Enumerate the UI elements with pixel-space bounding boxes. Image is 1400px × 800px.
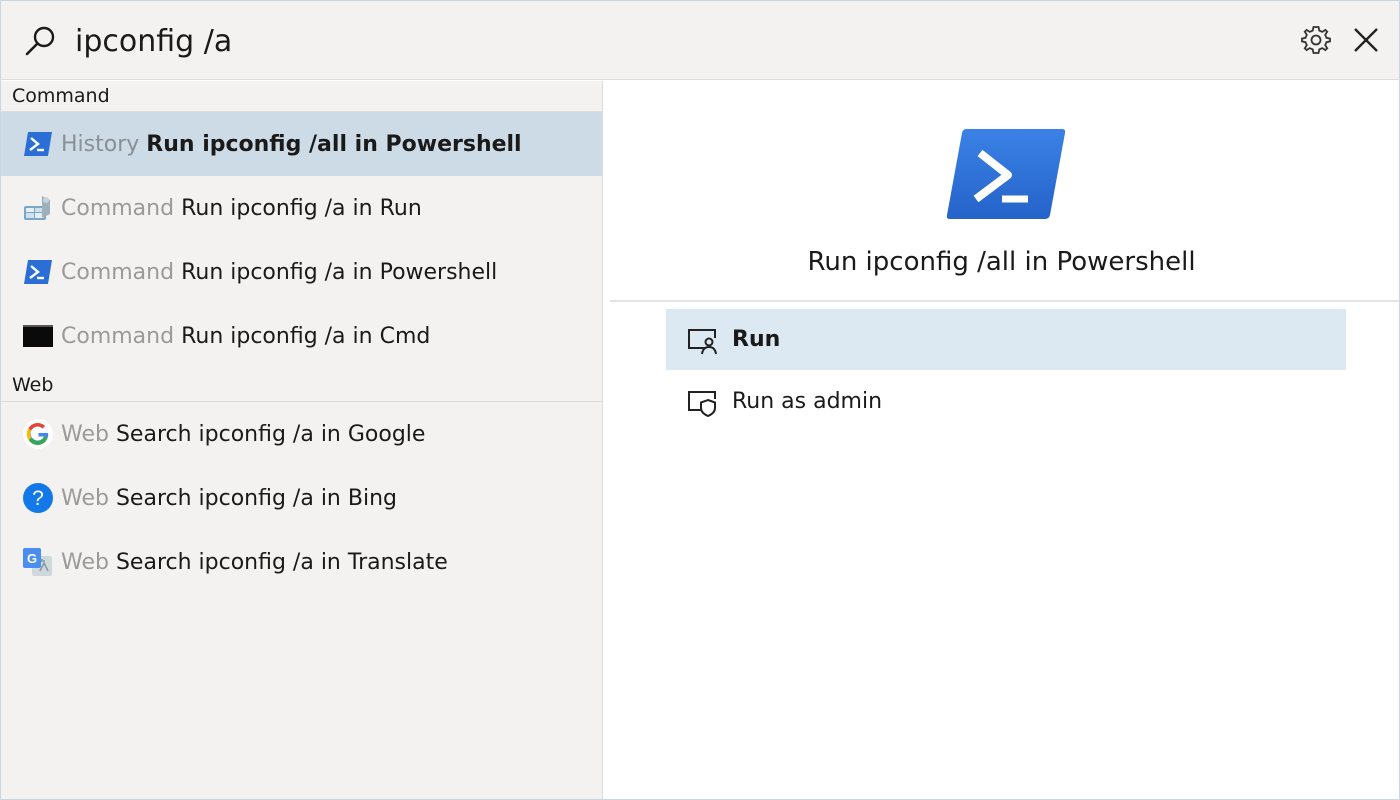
group-header-web: Web <box>1 368 602 402</box>
preview-panel: Run ipconfig /all in Powershell Run Run … <box>604 81 1399 799</box>
result-item[interactable]: Command Run ipconfig /a in Cmd <box>1 304 602 368</box>
result-item[interactable]: ? Web Search ipconfig /a in Bing <box>1 466 602 530</box>
action-label: Run as admin <box>732 389 883 414</box>
preview-divider <box>610 300 1399 302</box>
google-icon <box>23 419 53 449</box>
result-title: Search ipconfig /a in Translate <box>115 549 448 575</box>
group-header-command: Command <box>1 81 602 112</box>
powershell-icon <box>24 260 52 284</box>
search-icon <box>25 26 55 56</box>
svg-text:G: G <box>27 551 37 566</box>
launcher-window: Command History Run ipconfig /all in Pow… <box>0 0 1400 800</box>
run-dialog-icon <box>24 196 50 220</box>
powershell-icon <box>946 129 1066 219</box>
result-title: Run ipconfig /all in Powershell <box>146 131 522 157</box>
result-type: Command <box>61 195 175 221</box>
cmd-icon <box>23 325 53 347</box>
result-item[interactable]: Web Search ipconfig /a in Google <box>1 402 602 466</box>
result-item[interactable]: Command Run ipconfig /a in Run <box>1 176 602 240</box>
result-type: History <box>61 131 140 157</box>
close-icon[interactable] <box>1349 23 1383 57</box>
run-user-icon <box>688 328 717 354</box>
result-type: Web <box>61 421 109 447</box>
result-item[interactable]: G Web Search ipconfig /a in Translate <box>1 530 602 594</box>
translate-icon: G <box>23 548 52 576</box>
result-item[interactable]: Command Run ipconfig /a in Powershell <box>1 240 602 304</box>
result-type: Command <box>61 259 175 285</box>
preview-title: Run ipconfig /all in Powershell <box>807 247 1196 277</box>
run-admin-shield-icon <box>688 390 716 417</box>
search-input[interactable] <box>73 19 1173 63</box>
powershell-icon <box>24 132 52 156</box>
result-type: Web <box>61 485 109 511</box>
svg-text:?: ? <box>32 487 44 510</box>
results-panel: Command History Run ipconfig /all in Pow… <box>1 81 603 799</box>
result-item[interactable]: History Run ipconfig /all in Powershell <box>1 112 602 176</box>
bing-help-icon: ? <box>23 483 53 513</box>
result-title: Run ipconfig /a in Run <box>181 195 422 221</box>
result-title: Run ipconfig /a in Cmd <box>181 323 431 349</box>
gear-icon[interactable] <box>1299 23 1333 57</box>
result-type: Web <box>61 549 109 575</box>
run-as-admin-button[interactable]: Run as admin <box>666 371 1346 432</box>
result-title: Search ipconfig /a in Bing <box>115 485 397 511</box>
result-title: Run ipconfig /a in Powershell <box>181 259 498 285</box>
result-title: Search ipconfig /a in Google <box>115 421 426 447</box>
run-action-button[interactable]: Run <box>666 309 1346 370</box>
search-bar <box>1 1 1399 80</box>
action-label: Run <box>732 327 781 352</box>
result-type: Command <box>61 323 175 349</box>
